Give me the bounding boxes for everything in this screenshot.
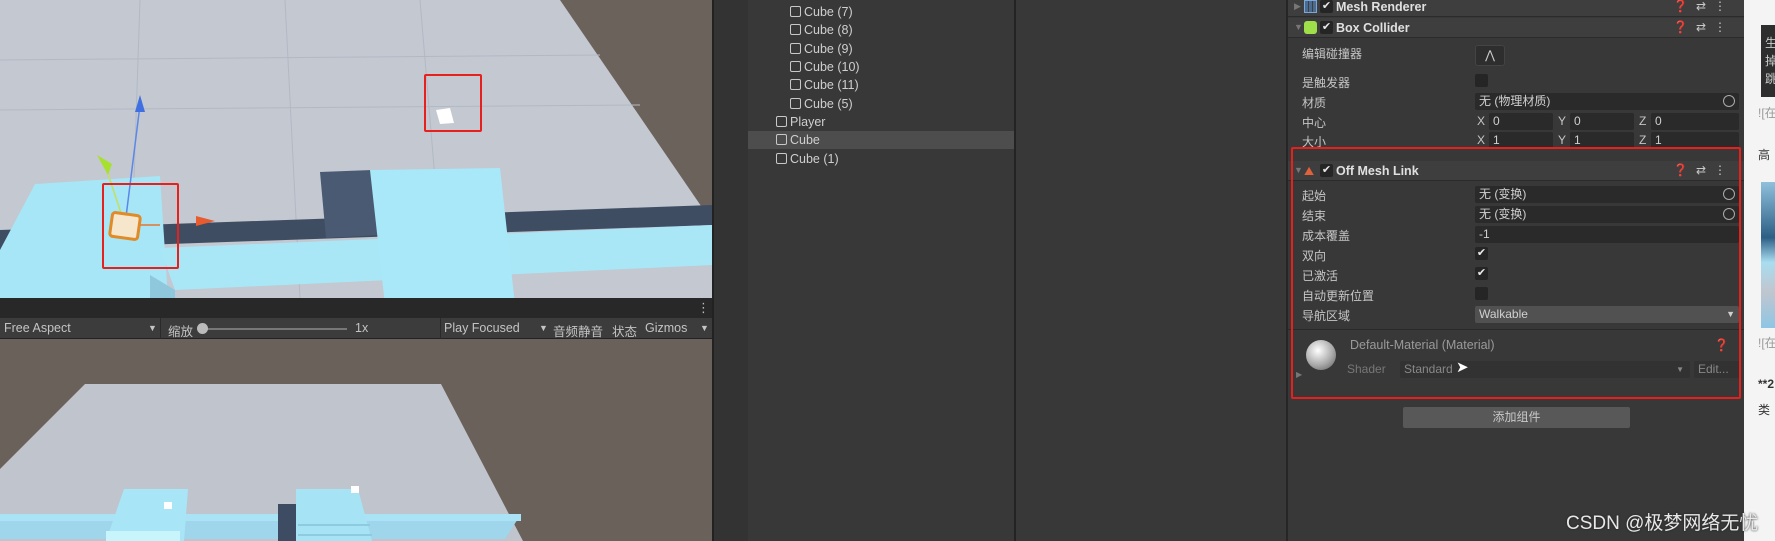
cube-icon bbox=[790, 98, 801, 109]
center-x-field[interactable]: 0 bbox=[1489, 113, 1553, 130]
cube-icon bbox=[776, 153, 787, 164]
play-mode-dropdown[interactable]: Play Focused bbox=[444, 321, 520, 335]
hierarchy-item-label: Cube (7) bbox=[804, 5, 853, 19]
edit-collider-label: 编辑碰撞器 bbox=[1302, 47, 1363, 61]
hierarchy-item[interactable]: Cube (7) bbox=[748, 3, 1014, 21]
game-tab-bar: ⋮ bbox=[0, 298, 712, 318]
enabled-checkbox[interactable]: ✔ bbox=[1320, 21, 1333, 34]
hierarchy-item[interactable]: Cube (10) bbox=[748, 58, 1014, 76]
mute-audio-button[interactable]: 音频静音 bbox=[553, 321, 603, 340]
hierarchy-item-label: Cube bbox=[790, 133, 820, 147]
axis-label-y: Y bbox=[1558, 114, 1567, 128]
object-picker-icon[interactable] bbox=[1723, 95, 1735, 107]
scale-slider-handle[interactable] bbox=[197, 323, 208, 334]
is-trigger-checkbox[interactable] bbox=[1475, 74, 1488, 87]
cube-icon bbox=[776, 116, 787, 127]
material-label: 材质 bbox=[1302, 96, 1327, 110]
cube-icon bbox=[776, 134, 787, 145]
axis-label-z: Z bbox=[1639, 114, 1647, 128]
hierarchy-item[interactable]: Cube (5) bbox=[748, 95, 1014, 113]
chevron-down-icon[interactable]: ▼ bbox=[148, 323, 157, 333]
cube-icon bbox=[790, 61, 801, 72]
highlight-box-start bbox=[102, 183, 179, 269]
hierarchy-item[interactable]: Cube (8) bbox=[748, 21, 1014, 39]
hierarchy-item-label: Cube (9) bbox=[804, 42, 853, 56]
chevron-down-icon[interactable]: ▼ bbox=[700, 323, 709, 333]
scale-value: 1x bbox=[355, 321, 369, 335]
box-collider-icon bbox=[1304, 21, 1317, 34]
hierarchy-item-label: Cube (8) bbox=[804, 23, 853, 37]
is-trigger-label: 是触发器 bbox=[1302, 76, 1351, 90]
stats-button[interactable]: 状态 bbox=[612, 321, 637, 340]
hierarchy-item-label: Cube (10) bbox=[804, 60, 860, 74]
add-component-button[interactable]: 添加组件 bbox=[1403, 407, 1630, 428]
aspect-dropdown[interactable]: Free Aspect bbox=[4, 321, 71, 335]
watermark: CSDN @极梦网络无忧 bbox=[1566, 513, 1759, 534]
cube-icon bbox=[790, 24, 801, 35]
center-y-field[interactable]: 0 bbox=[1570, 113, 1634, 130]
axis-label-y: Y bbox=[1558, 133, 1567, 147]
hierarchy-item[interactable]: Player bbox=[748, 113, 1014, 131]
enabled-checkbox[interactable]: ✔ bbox=[1320, 0, 1333, 13]
axis-label-x: X bbox=[1477, 114, 1486, 128]
hierarchy-item[interactable]: Cube bbox=[748, 131, 1014, 149]
game-render bbox=[0, 384, 523, 541]
center-z-field[interactable]: 0 bbox=[1651, 113, 1739, 130]
center-label: 中心 bbox=[1302, 116, 1327, 130]
cube-icon bbox=[790, 6, 801, 17]
edit-collider-button[interactable]: ⋀ bbox=[1475, 45, 1505, 66]
hierarchy-item[interactable]: Cube (11) bbox=[748, 76, 1014, 94]
hierarchy-item-label: Cube (11) bbox=[804, 78, 859, 92]
header-icons[interactable]: ❓⇄⋮ bbox=[1673, 0, 1734, 13]
hierarchy-item-label: Cube (1) bbox=[790, 152, 839, 166]
cube-icon bbox=[790, 79, 801, 90]
browser-article-strip: 生 掉 跳 ![在 高 ![在 **2 类 bbox=[1744, 0, 1775, 541]
game-view-toolbar: Free Aspect ▼ 缩放 1x Play Focused ▼ 音频静音 … bbox=[0, 318, 712, 339]
empty-panel bbox=[1014, 0, 1286, 541]
hierarchy-panel: Cube (7) Cube (8) Cube (9) Cube (10) Cube (1… bbox=[712, 0, 1014, 541]
collapse-icon[interactable]: ▼ bbox=[1294, 22, 1303, 32]
hierarchy-item[interactable]: Cube (1) bbox=[748, 150, 1014, 168]
hierarchy-item-label: Cube (5) bbox=[804, 97, 853, 111]
scale-slider[interactable] bbox=[200, 328, 347, 330]
highlight-box-end bbox=[424, 74, 482, 132]
axis-label-x: X bbox=[1477, 133, 1486, 147]
header-icons[interactable]: ❓⇄⋮ bbox=[1673, 20, 1734, 34]
physic-material-field[interactable]: 无 (物理材质) bbox=[1475, 93, 1739, 110]
cube-icon bbox=[790, 43, 801, 54]
mesh-renderer-icon bbox=[1304, 0, 1317, 13]
more-options-icon[interactable]: ⋮ bbox=[697, 300, 710, 316]
inspector-panel: ▶ ✔ Mesh Renderer ❓⇄⋮ ▼ ✔ Box Collider ❓… bbox=[1286, 0, 1744, 541]
gizmos-button[interactable]: Gizmos bbox=[645, 321, 687, 335]
hierarchy-item-label: Player bbox=[790, 115, 826, 129]
component-header-mesh-renderer[interactable]: ▶ ✔ Mesh Renderer ❓⇄⋮ bbox=[1288, 0, 1744, 17]
chevron-down-icon[interactable]: ▼ bbox=[539, 323, 548, 333]
scale-label: 缩放 bbox=[168, 325, 194, 339]
component-header-box-collider[interactable]: ▼ ✔ Box Collider ❓⇄⋮ bbox=[1288, 18, 1744, 38]
expand-icon[interactable]: ▶ bbox=[1294, 1, 1301, 12]
scene-view[interactable] bbox=[0, 0, 712, 298]
hierarchy-item[interactable]: Cube (9) bbox=[748, 40, 1014, 58]
highlight-box-off-mesh-link bbox=[1291, 147, 1741, 399]
game-view[interactable] bbox=[0, 339, 712, 541]
axis-label-z: Z bbox=[1639, 133, 1647, 147]
